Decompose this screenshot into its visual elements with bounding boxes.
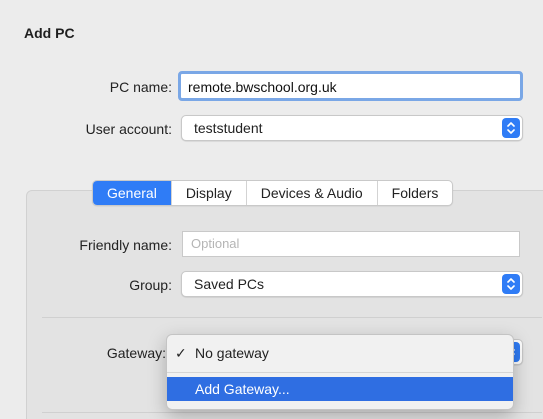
menu-item-label: Add Gateway...: [195, 381, 290, 397]
tab-folders[interactable]: Folders: [376, 181, 453, 205]
menu-item-no-gateway[interactable]: ✓ No gateway: [167, 341, 513, 365]
group-value: Saved PCs: [194, 276, 265, 292]
checkmark-icon: ✓: [175, 345, 187, 361]
gateway-label: Gateway:: [106, 345, 166, 361]
friendly-name-field[interactable]: Optional: [182, 231, 520, 257]
dialog-title: Add PC: [24, 25, 75, 41]
tab-bar: General Display Devices & Audio Folders: [92, 180, 454, 206]
tab-display[interactable]: Display: [170, 181, 246, 205]
user-account-value: teststudent: [194, 120, 263, 136]
section-divider: [42, 317, 542, 318]
tab-devices-audio[interactable]: Devices & Audio: [245, 181, 377, 205]
menu-separator: [167, 372, 513, 373]
gateway-dropdown-menu: ✓ No gateway Add Gateway...: [166, 334, 514, 410]
add-pc-dialog: Add PC PC name: remote.bwschool.org.uk U…: [0, 0, 543, 419]
user-account-select[interactable]: teststudent: [181, 115, 523, 141]
pc-name-label: PC name:: [109, 79, 172, 95]
pc-name-value: remote.bwschool.org.uk: [188, 79, 337, 95]
user-account-label: User account:: [85, 121, 172, 137]
group-select[interactable]: Saved PCs: [181, 271, 523, 297]
pc-name-field[interactable]: remote.bwschool.org.uk: [178, 71, 523, 101]
group-label: Group:: [129, 277, 172, 293]
up-down-chevron-icon: [502, 274, 520, 294]
menu-item-label: No gateway: [195, 345, 269, 361]
friendly-name-label: Friendly name:: [79, 237, 172, 253]
menu-item-add-gateway[interactable]: Add Gateway...: [167, 377, 513, 401]
section-divider: [42, 412, 542, 413]
up-down-chevron-icon: [502, 118, 520, 138]
tab-general[interactable]: General: [93, 181, 171, 205]
friendly-name-placeholder: Optional: [191, 236, 240, 251]
